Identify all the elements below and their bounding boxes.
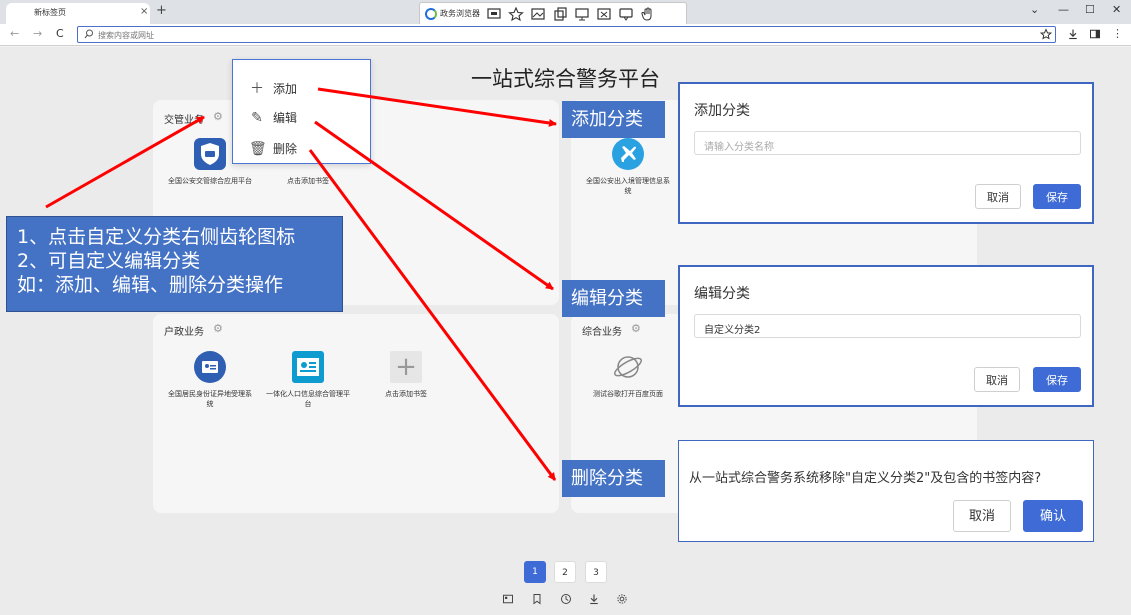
address-toolbar: ← → C 搜索内容或网址 ⋮ (0, 24, 1131, 46)
traffic-police-icon (194, 138, 226, 170)
new-tab-button[interactable]: + (156, 3, 167, 18)
app-label: 全国居民身份证异地受理系统 (168, 390, 252, 408)
extension-name: 政务浏览器 (440, 9, 480, 18)
browser-tab-bar: 新标签页 × + 政务浏览器 ⌄ — ☐ ✕ (0, 0, 1131, 26)
app-label: 一体化人口信息综合管理平台 (266, 390, 350, 408)
trash-icon: 🗑 (249, 141, 267, 157)
add-bookmark-button[interactable]: + 点击添加书签 (361, 351, 451, 399)
image-icon[interactable] (530, 6, 546, 22)
category-name-input[interactable]: 请输入分类名称 (694, 131, 1081, 155)
download-icon[interactable] (1067, 28, 1079, 40)
download-icon[interactable] (588, 593, 600, 605)
copy-icon[interactable] (552, 6, 568, 22)
delete-confirm-message: 从一站式综合警务系统移除"自定义分类2"及包含的书签内容? (689, 471, 1042, 486)
cancel-button[interactable]: 取消 (953, 500, 1011, 532)
add-category-dialog: 添加分类 请输入分类名称 取消 保存 (678, 82, 1094, 224)
gear-icon[interactable]: ⚙ (631, 323, 643, 335)
gear-icon[interactable]: ⚙ (213, 323, 225, 335)
refresh-icon[interactable]: C (56, 27, 64, 40)
app-bookmark[interactable]: 全国公安出入境管理信息系统 (583, 138, 673, 196)
wallpaper-icon[interactable] (502, 593, 514, 605)
delete-category-dialog: 从一站式综合警务系统移除"自定义分类2"及包含的书签内容? 取消 确认 (678, 440, 1094, 542)
menu-item-delete[interactable]: 🗑 删除 (249, 140, 297, 160)
airplane-icon (612, 138, 644, 170)
page-button-1[interactable]: 1 (524, 561, 546, 583)
planet-icon (612, 351, 644, 383)
extension-toolbar: 政务浏览器 (419, 2, 687, 26)
pencil-icon: ✎ (251, 110, 263, 126)
bookmark-icon[interactable] (531, 593, 543, 605)
tag-edit-category: 编辑分类 (562, 280, 665, 317)
sidebar-icon[interactable] (1089, 28, 1101, 40)
minimize-button[interactable]: — (1058, 3, 1069, 16)
app-label: 全国公安交管综合应用平台 (168, 177, 252, 185)
more-menu-icon[interactable]: ⋮ (1112, 27, 1123, 40)
category-title: 综合业务 (582, 327, 622, 338)
page-title: 一站式综合警务平台 (471, 67, 660, 91)
bookmark-star-icon[interactable] (1040, 28, 1052, 40)
cancel-button[interactable]: 取消 (974, 367, 1020, 392)
population-info-icon (292, 351, 324, 383)
category-context-menu: ＋添加 ✎ 编辑 🗑 删除 (232, 59, 371, 164)
category-title: 交管业务 (164, 115, 204, 126)
plus-icon: ＋ (250, 81, 264, 97)
category-title: 户政业务 (164, 327, 204, 338)
dialog-title: 添加分类 (694, 103, 750, 119)
search-icon (84, 29, 93, 39)
category-name-input[interactable]: 自定义分类2 (694, 314, 1081, 338)
screen-icon[interactable] (486, 6, 502, 22)
save-button[interactable]: 保存 (1033, 184, 1081, 209)
app-label: 点击添加书签 (385, 390, 427, 398)
tag-delete-category: 删除分类 (562, 460, 665, 497)
page-button-3[interactable]: 3 (585, 561, 607, 583)
annotation-note: 1、点击自定义分类右侧齿轮图标 2、可自定义编辑分类 如：添加、编辑、删除分类操… (6, 216, 343, 312)
menu-item-edit[interactable]: ✎ 编辑 (249, 109, 297, 129)
plus-icon: + (390, 351, 422, 383)
save-button[interactable]: 保存 (1033, 367, 1081, 392)
tab-close-icon[interactable]: × (140, 6, 148, 17)
maximize-button[interactable]: ☐ (1085, 3, 1095, 16)
settings-icon[interactable] (616, 593, 628, 605)
app-label: 全国公安出入境管理信息系统 (586, 177, 670, 195)
tab-title: 新标签页 (34, 8, 66, 17)
history-icon[interactable] (560, 593, 572, 605)
page-button-2[interactable]: 2 (554, 561, 576, 583)
browser-logo-icon (425, 8, 437, 20)
id-card-icon (194, 351, 226, 383)
tab-list-icon[interactable]: ⌄ (1030, 3, 1039, 16)
confirm-button[interactable]: 确认 (1023, 500, 1083, 532)
app-bookmark[interactable]: 一体化人口信息综合管理平台 (263, 351, 353, 409)
app-label: 点击添加书签 (287, 177, 329, 185)
edit-category-dialog: 编辑分类 自定义分类2 取消 保存 (678, 265, 1094, 407)
back-icon[interactable]: ← (10, 27, 19, 40)
app-bookmark[interactable]: 全国居民身份证异地受理系统 (165, 351, 255, 409)
monitor-icon[interactable] (574, 6, 590, 22)
app-bookmark[interactable]: 测试谷歌打开百度页面 (583, 351, 673, 399)
forward-icon[interactable]: → (33, 27, 42, 40)
hand-icon[interactable] (640, 6, 656, 22)
app-label: 测试谷歌打开百度页面 (593, 390, 663, 398)
cancel-button[interactable]: 取消 (975, 184, 1021, 209)
screenshot-icon[interactable] (596, 6, 612, 22)
menu-item-add[interactable]: ＋添加 (249, 78, 297, 98)
star-icon[interactable] (508, 6, 524, 22)
chat-icon[interactable] (618, 6, 634, 22)
close-window-button[interactable]: ✕ (1112, 3, 1121, 16)
gear-icon[interactable]: ⚙ (213, 111, 225, 123)
address-placeholder: 搜索内容或网址 (98, 31, 154, 40)
tag-add-category: 添加分类 (562, 101, 665, 138)
category-card-household: 户政业务 ⚙ 全国居民身份证异地受理系统 一体化人口信息综合管理平台 + 点击添… (153, 314, 559, 513)
address-input[interactable]: 搜索内容或网址 (77, 26, 1056, 43)
browser-tab[interactable]: 新标签页 × (6, 3, 150, 24)
dialog-title: 编辑分类 (694, 286, 750, 302)
